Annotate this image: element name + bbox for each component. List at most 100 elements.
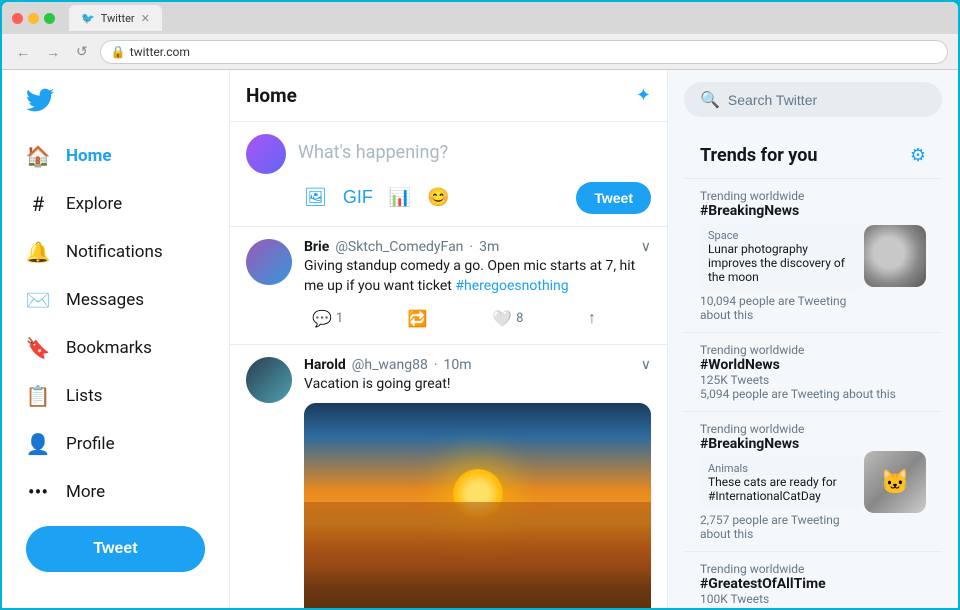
tweet-time: · [469, 239, 473, 255]
lock-icon: 🔒 [111, 45, 126, 59]
twitter-app: 🏠 Home # Explore 🔔 Notifications ✉️ Mess… [2, 70, 958, 608]
search-bar[interactable]: 🔍 [684, 82, 942, 117]
trend-category: Trending worldwide [700, 189, 864, 203]
sidebar-item-home[interactable]: 🏠 Home [14, 134, 217, 178]
trend-sub-title: Space [708, 229, 856, 242]
add-image-btn[interactable]: 🖼 [298, 181, 333, 214]
retweet-icon: 🔁 [408, 309, 428, 328]
close-window-btn[interactable] [12, 13, 23, 24]
list-icon: 📋 [26, 384, 50, 408]
refresh-btn[interactable]: ↺ [72, 41, 92, 62]
titlebar: 🐦 Twitter ✕ [2, 2, 958, 34]
retweet-btn[interactable]: 🔁 [400, 304, 436, 332]
moon-thumbnail [864, 225, 926, 287]
bookmark-icon: 🔖 [26, 336, 50, 360]
like-count: 8 [516, 311, 523, 326]
twitter-logo[interactable] [14, 78, 217, 126]
trend-name: #BreakingNews [700, 436, 864, 452]
sidebar-item-notifications-label: Notifications [66, 242, 163, 262]
sparkle-icon[interactable]: ✦ [636, 85, 651, 106]
trend-count: 100K Tweets [700, 592, 926, 606]
tweet-button[interactable]: Tweet [26, 526, 205, 572]
add-poll-btn[interactable]: 📊 [383, 181, 417, 214]
back-btn[interactable]: ← [12, 42, 34, 62]
tweet-chevron-icon[interactable]: ∨ [641, 239, 651, 255]
compose-placeholder[interactable]: What's happening? [298, 134, 651, 171]
main-feed: Home ✦ What's happening? 🖼 GIF 📊 😊 [230, 70, 668, 608]
browser-toolbar: ← → ↺ 🔒 twitter.com [2, 34, 958, 70]
tab-bar: 🐦 Twitter ✕ [69, 5, 948, 31]
trend-with-image: Trending worldwide #BreakingNews Animals… [700, 422, 926, 541]
sidebar-item-explore[interactable]: # Explore [14, 182, 217, 226]
gear-icon[interactable]: ⚙ [910, 145, 926, 166]
like-btn[interactable]: 🤍 8 [484, 304, 531, 332]
sidebar-item-lists[interactable]: 📋 Lists [14, 374, 217, 418]
trend-with-image: Trending worldwide #BreakingNews Space L… [700, 189, 926, 322]
reply-icon: 💬 [312, 309, 332, 328]
traffic-lights [12, 13, 55, 24]
trends-title: Trends for you [700, 145, 817, 166]
more-icon: ••• [26, 480, 50, 504]
compose-tweet-btn[interactable]: Tweet [576, 182, 651, 214]
tab-close-btn[interactable]: ✕ [141, 12, 150, 25]
tweet-image [304, 403, 651, 608]
tab-favicon: 🐦 [81, 12, 95, 25]
like-icon: 🤍 [492, 309, 512, 328]
trend-people: 10,094 people are Tweeting about this [700, 294, 864, 322]
tweet-chevron-icon[interactable]: ∨ [641, 357, 651, 373]
trend-item[interactable]: Trending worldwide #BreakingNews Space L… [684, 178, 942, 332]
sidebar-item-more[interactable]: ••• More [14, 470, 217, 514]
trend-text-wrap: Trending worldwide #BreakingNews Space L… [700, 189, 864, 322]
search-icon: 🔍 [700, 90, 720, 109]
trends-header: Trends for you ⚙ [684, 133, 942, 178]
sidebar: 🏠 Home # Explore 🔔 Notifications ✉️ Mess… [2, 70, 230, 608]
right-sidebar: 🔍 Trends for you ⚙ Trending worldwide #B… [668, 70, 958, 608]
browser-window: 🐦 Twitter ✕ ← → ↺ 🔒 twitter.com 🏠 Hom [0, 0, 960, 610]
tweet-timestamp: 3m [479, 239, 499, 255]
share-icon: ↑ [588, 308, 596, 328]
tweet-text: Giving standup comedy a go. Open mic sta… [304, 257, 651, 296]
trend-item[interactable]: Trending worldwide #BreakingNews Animals… [684, 411, 942, 551]
feed-header: Home ✦ [230, 70, 667, 122]
add-gif-btn[interactable]: GIF [337, 181, 379, 214]
cat-thumbnail: 🐱 [864, 451, 926, 513]
sunset-image [304, 403, 651, 608]
trend-item[interactable]: Trending worldwide #WorldNews 125K Tweet… [684, 332, 942, 411]
tweet-actions: 💬 1 🔁 🤍 8 ↑ [304, 304, 604, 332]
forward-btn[interactable]: → [42, 42, 64, 62]
explore-icon: # [26, 192, 50, 216]
sidebar-item-home-label: Home [66, 146, 112, 166]
sidebar-item-messages-label: Messages [66, 290, 144, 310]
trend-extra: 5,094 people are Tweeting about this [700, 387, 926, 401]
tab-title: Twitter [101, 12, 135, 25]
twitter-bird-icon [26, 86, 54, 114]
sidebar-item-bookmarks[interactable]: 🔖 Bookmarks [14, 326, 217, 370]
tweet-link[interactable]: #heregoesnothing [455, 278, 568, 294]
tweet-handle: @Sktch_ComedyFan [335, 239, 463, 255]
tweet-content: Brie @Sktch_ComedyFan · 3m ∨ Giving stan… [304, 239, 651, 332]
sidebar-item-profile[interactable]: 👤 Profile [14, 422, 217, 466]
share-btn[interactable]: ↑ [580, 304, 604, 332]
sidebar-item-messages[interactable]: ✉️ Messages [14, 278, 217, 322]
address-bar[interactable]: 🔒 twitter.com [100, 40, 948, 64]
minimize-window-btn[interactable] [28, 13, 39, 24]
tweet-content: Harold @h_wang88 · 10m ∨ Vacation is goi… [304, 357, 651, 608]
tweet-card[interactable]: Harold @h_wang88 · 10m ∨ Vacation is goi… [230, 345, 667, 608]
add-emoji-btn[interactable]: 😊 [421, 181, 455, 214]
sidebar-item-bookmarks-label: Bookmarks [66, 338, 152, 358]
browser-tab[interactable]: 🐦 Twitter ✕ [69, 5, 162, 31]
tweet-card[interactable]: Brie @Sktch_ComedyFan · 3m ∨ Giving stan… [230, 227, 667, 345]
reply-btn[interactable]: 💬 1 [304, 304, 351, 332]
sidebar-item-lists-label: Lists [66, 386, 102, 406]
sidebar-item-explore-label: Explore [66, 194, 122, 214]
tweet-text: Vacation is going great! [304, 375, 651, 395]
compose-avatar [246, 134, 286, 174]
trend-item[interactable]: Trending worldwide #GreatestOfAllTime 10… [684, 551, 942, 608]
sidebar-item-notifications[interactable]: 🔔 Notifications [14, 230, 217, 274]
tweet-timestamp: 10m [444, 357, 472, 373]
search-input[interactable] [728, 92, 926, 108]
feed-title: Home [246, 84, 297, 107]
compose-icons: 🖼 GIF 📊 😊 [298, 181, 456, 214]
trend-name: #BreakingNews [700, 203, 864, 219]
maximize-window-btn[interactable] [44, 13, 55, 24]
